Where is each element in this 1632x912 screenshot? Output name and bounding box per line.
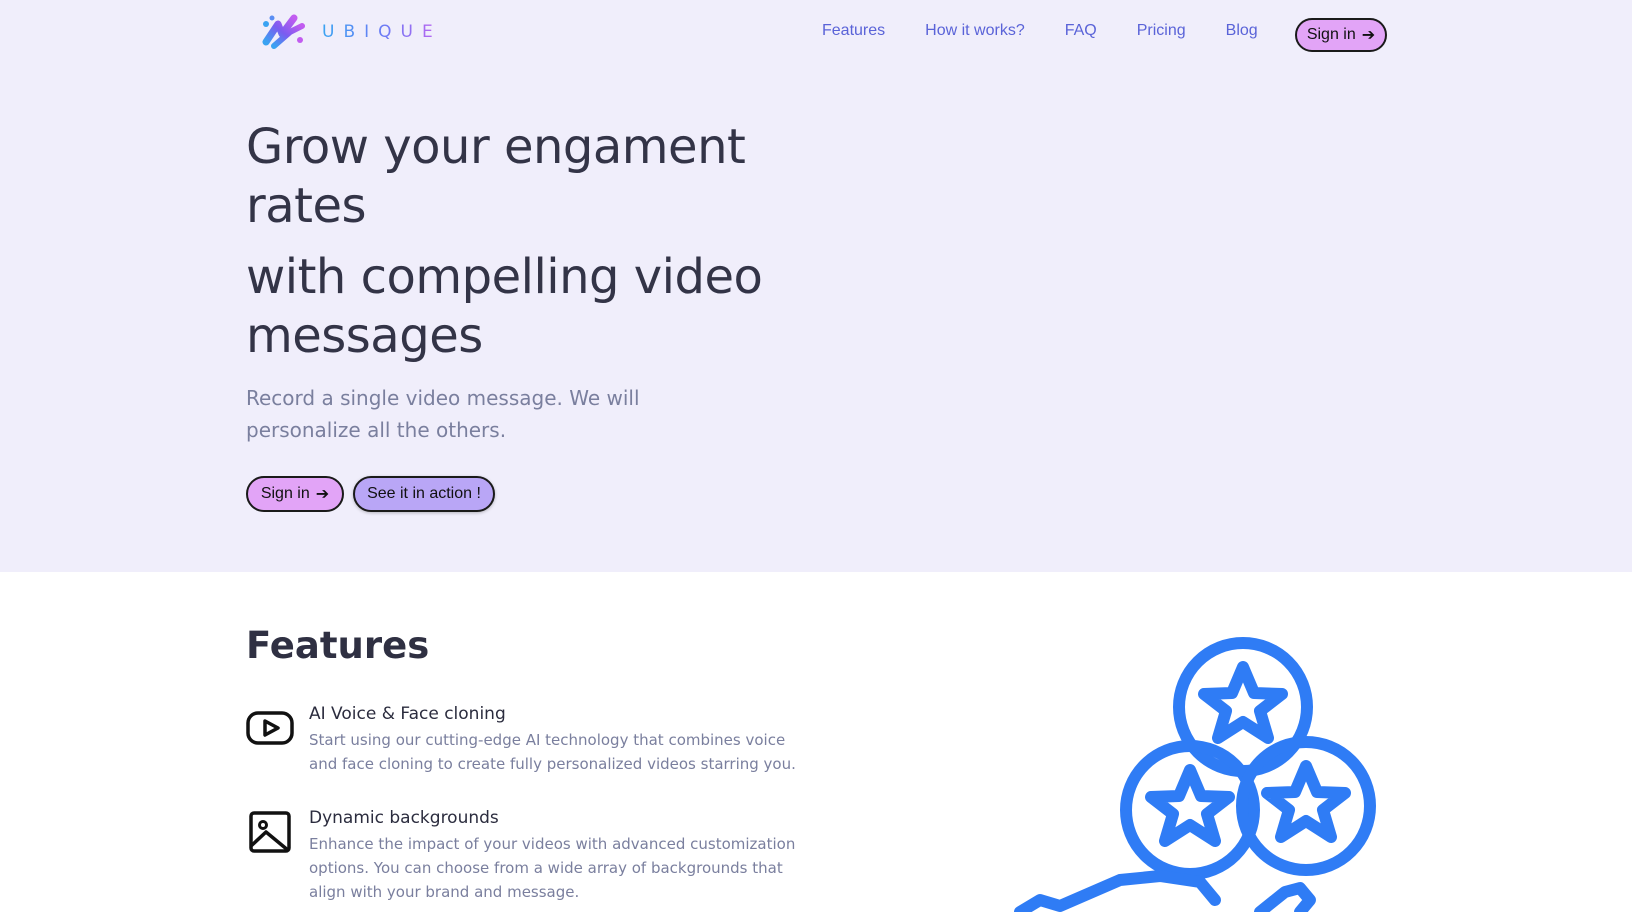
hero-section: [0, 0, 1632, 572]
nav-link-blog[interactable]: Blog: [1226, 22, 1258, 40]
image-icon: [249, 811, 291, 853]
arrow-right-icon: ➔: [1361, 27, 1376, 44]
hero-signin-label: Sign in: [260, 485, 310, 502]
main-nav: Features How it works? FAQ Pricing Blog: [822, 22, 1258, 40]
hero-subline: Record a single video message. We will p…: [246, 386, 640, 442]
brand-logo[interactable]: UBIQUE: [260, 12, 442, 52]
see-in-action-button[interactable]: See it in action !: [353, 476, 495, 512]
hero-headline-line1: Grow your engament rates: [246, 119, 746, 234]
nav-signin-button[interactable]: Sign in ➔: [1295, 18, 1387, 52]
nav-link-features[interactable]: Features: [822, 22, 885, 40]
nav-link-faq[interactable]: FAQ: [1065, 22, 1097, 40]
nav-link-pricing[interactable]: Pricing: [1137, 22, 1186, 40]
feature-description: Start using our cutting-edge AI technolo…: [309, 731, 796, 773]
nav-signin-label: Sign in: [1306, 26, 1356, 43]
feature-title: Dynamic backgrounds: [309, 808, 499, 828]
nav-link-how-it-works[interactable]: How it works?: [925, 22, 1025, 40]
hero-headline: Grow your engament rates with compelling…: [246, 118, 806, 366]
stars-in-hand-icon: [1014, 637, 1376, 912]
feature-description: Enhance the impact of your videos with a…: [309, 835, 796, 901]
see-in-action-label: See it in action !: [367, 485, 481, 502]
brand-name: UBIQUE: [322, 22, 442, 42]
hero-headline-line2: with compelling video messages: [246, 249, 763, 364]
arrow-right-icon: ➔: [315, 486, 330, 503]
youtube-icon: [246, 711, 294, 745]
feature-title: AI Voice & Face cloning: [309, 704, 506, 724]
hero-signin-button[interactable]: Sign in ➔: [246, 476, 344, 512]
features-title: Features: [246, 624, 430, 667]
logo-icon: [262, 14, 305, 49]
